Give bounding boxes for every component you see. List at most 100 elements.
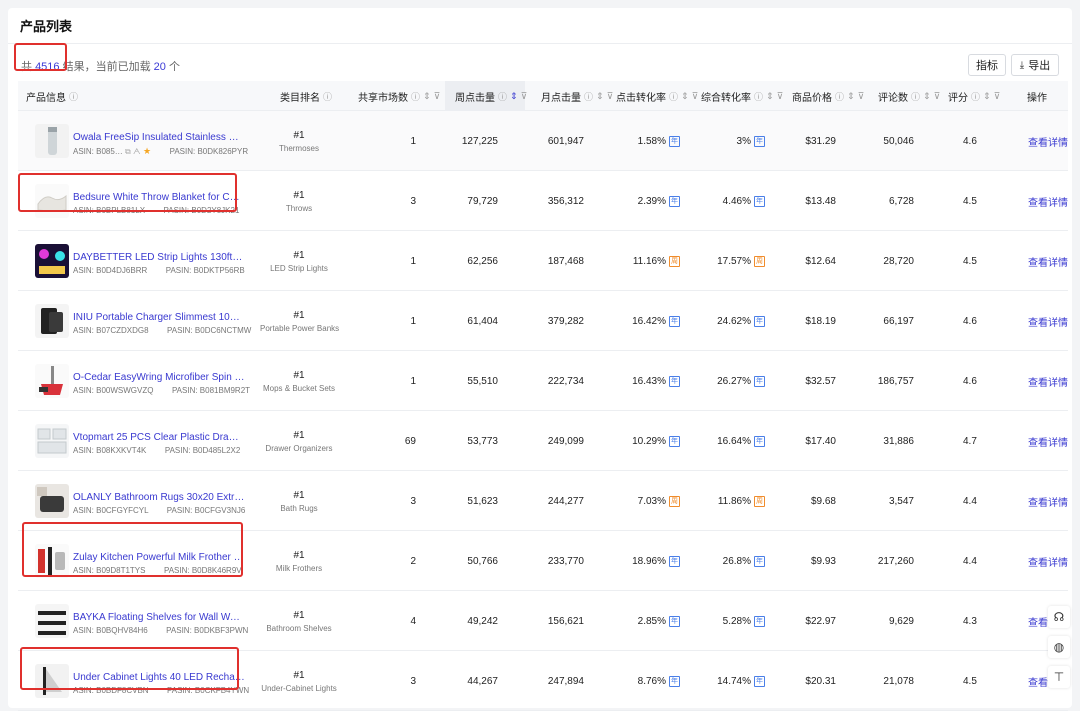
export-button[interactable]: ⤓ 导出 [1011, 54, 1059, 76]
view-detail-label[interactable]: 查看详情 [1028, 134, 1068, 149]
product-name-link[interactable]: Bedsure White Throw Blanket for Couch [73, 192, 245, 203]
rating-cell: 4.4 [963, 495, 977, 507]
product-thumbnail[interactable] [35, 664, 69, 698]
filter-icon[interactable]: ⊽ [777, 91, 784, 102]
period-badge: 年 [669, 555, 680, 567]
help-icon[interactable]: ⓘ [754, 90, 763, 103]
col-weekly-clicks[interactable]: 周点击量 ⓘ ⇕ ⊽ [445, 81, 528, 111]
category-name: Bath Rugs [280, 504, 318, 513]
product-thumbnail[interactable] [35, 364, 69, 398]
help-icon[interactable]: ⓘ [69, 90, 78, 103]
sort-icon[interactable]: ⇕ [923, 91, 931, 102]
price-cell: $12.64 [805, 255, 836, 267]
product-name-link[interactable]: INIU Portable Charger Slimmest 10000mAh [73, 312, 245, 323]
sort-icon[interactable]: ⇕ [766, 91, 774, 102]
product-name-link[interactable]: DAYBETTER LED Strip Lights 130ft Light S… [73, 252, 245, 263]
sort-desc-icon[interactable]: ⇕ [510, 91, 518, 102]
col-share[interactable]: 共享市场数 ⓘ ⇕ ⊽ [358, 81, 440, 111]
sort-icon[interactable]: ⇕ [596, 91, 604, 102]
filter-icon[interactable]: ⊽ [858, 91, 865, 102]
product-thumbnail[interactable] [35, 124, 69, 158]
back-to-top-icon[interactable]: ⊤ [1048, 666, 1070, 688]
view-detail-link[interactable]: 查看详情 [1028, 111, 1068, 171]
product-thumbnail[interactable] [35, 184, 69, 218]
help-icon[interactable]: ⓘ [911, 90, 920, 103]
product-thumbnail[interactable] [35, 604, 69, 638]
view-detail-label[interactable]: 查看详情 [1028, 194, 1068, 209]
product-name-link[interactable]: Vtopmart 25 PCS Clear Plastic Drawer Org… [73, 432, 245, 443]
view-detail-link[interactable]: 查看详情 [1028, 231, 1068, 291]
view-detail-label[interactable]: 查看详情 [1028, 434, 1068, 449]
filter-icon[interactable]: ⊽ [934, 91, 941, 102]
table-row: Bedsure White Throw Blanket for Couch AS… [18, 171, 1068, 231]
help-icon[interactable]: ⓘ [498, 90, 507, 103]
product-name-link[interactable]: Owala FreeSip Insulated Stainless Steel … [73, 132, 245, 143]
view-detail-link[interactable]: 查看详情 [1028, 531, 1068, 591]
category-rank: #1 Portable Power Banks [260, 310, 339, 333]
headset-icon[interactable]: ☊ [1048, 606, 1070, 628]
view-detail-label[interactable]: 查看详情 [1028, 554, 1068, 569]
product-name-link[interactable]: Under Cabinet Lights 40 LED Rechargeable [73, 672, 245, 683]
col-ctr[interactable]: 点击转化率 ⓘ ⇕ ⊽ [616, 81, 698, 111]
filter-icon[interactable]: ⊽ [521, 91, 528, 102]
period-badge: 周 [669, 255, 680, 267]
view-detail-label[interactable]: 查看详情 [1028, 254, 1068, 269]
summary-total: 4516 [35, 61, 60, 73]
product-thumbnail[interactable] [35, 424, 69, 458]
a-icon[interactable]: ᗅ [131, 147, 141, 156]
view-detail-link[interactable]: 查看详情 [1028, 171, 1068, 231]
product-ids: ASIN: B09D8T1TYS PASIN: B0D8K46R9V [73, 566, 242, 575]
product-thumbnail[interactable] [35, 244, 69, 278]
help-icon[interactable]: ⓘ [669, 90, 678, 103]
metrics-button[interactable]: 指标 [968, 54, 1006, 76]
col-rating[interactable]: 评分 ⓘ ⇕ ⊽ [948, 81, 1000, 111]
sort-icon[interactable]: ⇕ [423, 91, 431, 102]
rating-cell: 4.5 [963, 675, 977, 687]
help-icon[interactable]: ⓘ [323, 90, 332, 103]
globe-icon[interactable]: ◍ [1048, 636, 1070, 658]
help-icon[interactable]: ⓘ [584, 90, 593, 103]
col-category[interactable]: 类目排名 ⓘ [280, 81, 332, 111]
help-icon[interactable]: ⓘ [411, 90, 420, 103]
col-price[interactable]: 商品价格 ⓘ ⇕ ⊽ [792, 81, 864, 111]
col-reviews-label: 评论数 [878, 92, 908, 104]
cvr-value: 3% [736, 135, 751, 147]
product-thumbnail[interactable] [35, 544, 69, 578]
cvr-value: 26.27% [717, 375, 751, 387]
filter-icon[interactable]: ⊽ [692, 91, 699, 102]
rank-value: #1 [293, 430, 305, 441]
filter-icon[interactable]: ⊽ [607, 91, 614, 102]
view-detail-link[interactable]: 查看详情 [1028, 411, 1068, 471]
product-name-link[interactable]: OLANLY Bathroom Rugs 30x20 Extra Soft [73, 492, 245, 503]
product-name-link[interactable]: Zulay Kitchen Powerful Milk Frother Wand [73, 552, 245, 563]
view-detail-link[interactable]: 查看详情 [1028, 351, 1068, 411]
category-rank: #1 Drawer Organizers [260, 430, 338, 453]
help-icon[interactable]: ⓘ [835, 90, 844, 103]
product-thumbnail[interactable] [35, 484, 69, 518]
view-detail-link[interactable]: 查看详情 [1028, 471, 1068, 531]
help-icon[interactable]: ⓘ [971, 90, 980, 103]
view-detail-label[interactable]: 查看详情 [1028, 494, 1068, 509]
col-monthly-clicks[interactable]: 月点击量 ⓘ ⇕ ⊽ [541, 81, 613, 111]
view-detail-link[interactable]: 查看详情 [1028, 291, 1068, 351]
share-cell: 69 [404, 435, 416, 447]
rating-cell: 4.4 [963, 555, 977, 567]
star-icon[interactable]: ★ [141, 146, 151, 156]
col-product[interactable]: 产品信息 ⓘ [26, 81, 78, 111]
sort-icon[interactable]: ⇕ [681, 91, 689, 102]
rating-cell: 4.6 [963, 375, 977, 387]
filter-icon[interactable]: ⊽ [434, 91, 441, 102]
period-badge: 年 [669, 315, 680, 327]
filter-icon[interactable]: ⊽ [994, 91, 1001, 102]
product-name-link[interactable]: O-Cedar EasyWring Microfiber Spin Mop [73, 372, 245, 383]
col-reviews[interactable]: 评论数 ⓘ ⇕ ⊽ [878, 81, 940, 111]
weekly-clicks-cell: 79,729 [467, 195, 498, 207]
view-detail-label[interactable]: 查看详情 [1028, 374, 1068, 389]
view-detail-label[interactable]: 查看详情 [1028, 314, 1068, 329]
sort-icon[interactable]: ⇕ [983, 91, 991, 102]
product-name-link[interactable]: BAYKA Floating Shelves for Wall Wall Mou… [73, 612, 245, 623]
sort-icon[interactable]: ⇕ [847, 91, 855, 102]
col-overall-cvr[interactable]: 综合转化率 ⓘ ⇕ ⊽ [701, 81, 783, 111]
product-thumbnail[interactable] [35, 304, 69, 338]
period-badge: 年 [669, 195, 680, 207]
